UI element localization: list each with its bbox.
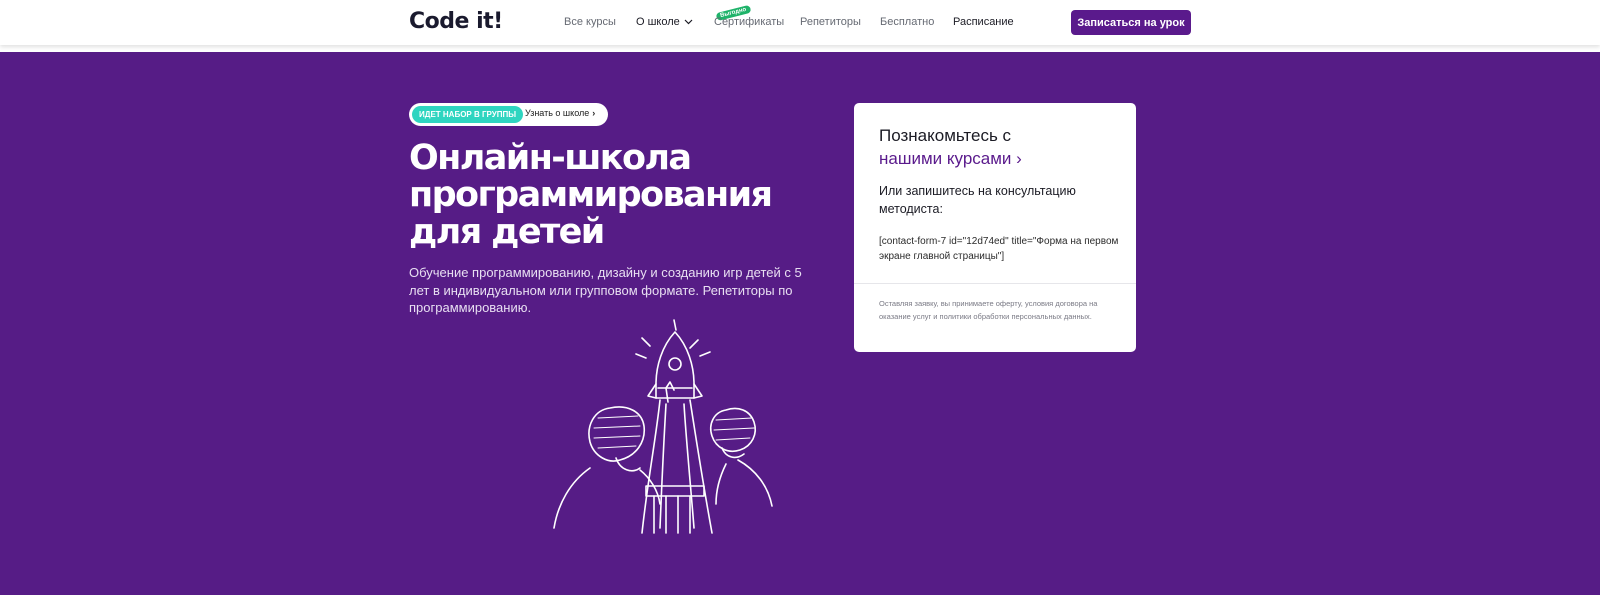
about-school-link[interactable]: Узнать о школе ›: [525, 108, 595, 118]
nav-certificates[interactable]: Сертификаты: [714, 16, 784, 28]
nav-free[interactable]: Бесплатно: [880, 16, 934, 28]
logo[interactable]: Code it!: [409, 9, 503, 34]
hero-description: Обучение программированию, дизайну и соз…: [409, 265, 802, 315]
enrollment-pill[interactable]: ИДЕТ НАБОР В ГРУППЫ Узнать о школе ›: [409, 103, 608, 126]
card-divider: [854, 283, 1136, 284]
signup-lesson-button[interactable]: Записаться на урок: [1071, 10, 1191, 35]
chevron-down-icon: [684, 16, 693, 28]
about-school-link-label: Узнать о школе: [525, 108, 590, 118]
courses-card: Познакомьтесь с нашими курсами › Или зап…: [854, 103, 1136, 352]
nav-about-school[interactable]: О школе: [636, 16, 693, 28]
chevron-right-icon: ›: [592, 108, 596, 118]
rocket-kids-illustration: [550, 318, 790, 548]
enrollment-tag: ИДЕТ НАБОР В ГРУППЫ: [412, 106, 524, 123]
contact-form-shortcode: [contact-form-7 id="12d74ed" title="Форм…: [879, 236, 1119, 262]
card-title: Познакомьтесь с нашими курсами ›: [879, 124, 1119, 170]
nav-about-school-label: О школе: [636, 16, 680, 28]
card-title-line: Познакомьтесь с: [879, 126, 1012, 145]
nav-tutors[interactable]: Репетиторы: [800, 16, 861, 28]
card-legal-text: Оставляя заявку, вы принимаете оферту, у…: [879, 299, 1098, 321]
card-subtitle: Или запишитесь на консультацию методиста…: [879, 184, 1076, 216]
nav-schedule[interactable]: Расписание: [953, 16, 1014, 28]
nav-all-courses[interactable]: Все курсы: [564, 16, 616, 28]
site-header: Code it! Все курсы О школе Выгодно Серти…: [0, 0, 1600, 45]
our-courses-link[interactable]: нашими курсами ›: [879, 147, 1119, 170]
hero-title: Онлайн-школа программирования для детей: [409, 138, 773, 252]
hero-section: [0, 52, 1600, 595]
